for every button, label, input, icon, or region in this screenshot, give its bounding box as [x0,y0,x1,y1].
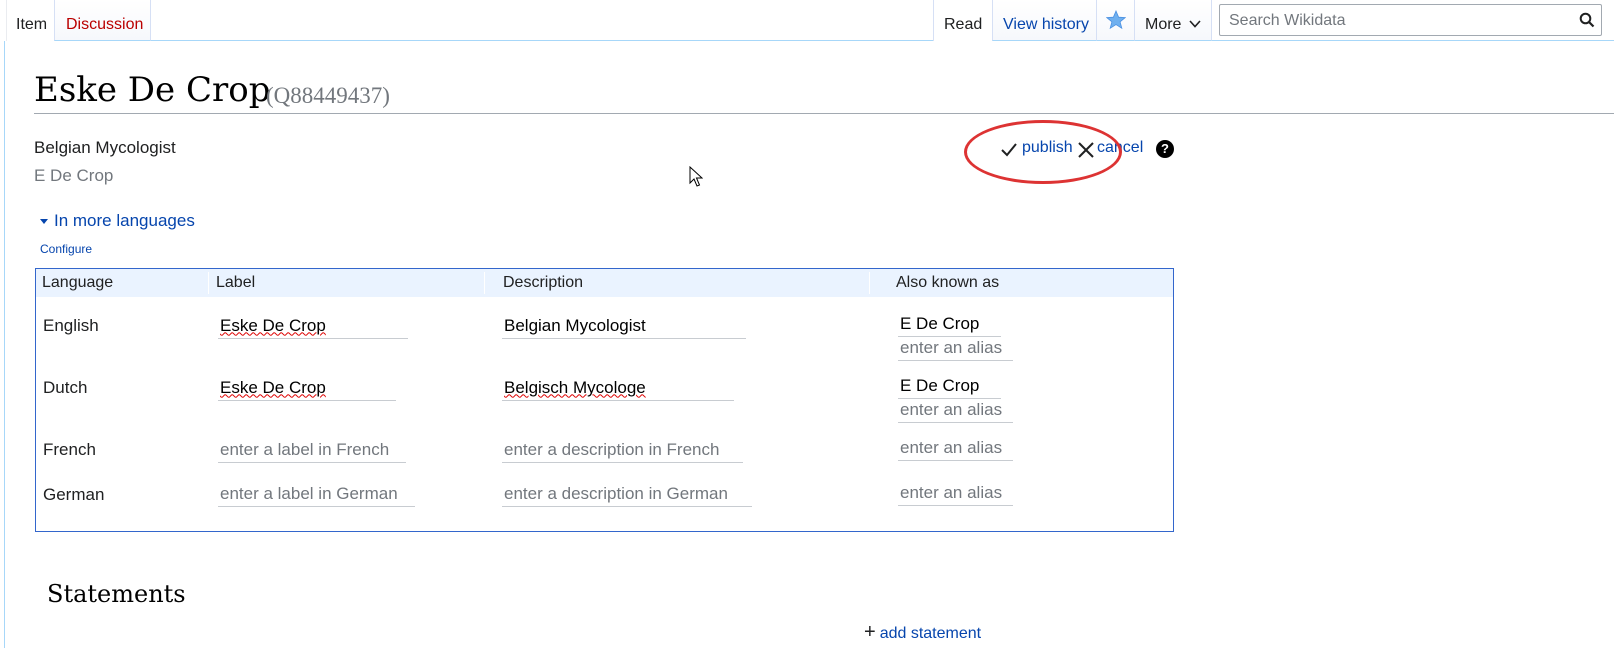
page-title: Eske De Crop [34,70,271,110]
plus-icon: + [864,621,876,643]
close-icon [1078,142,1094,158]
label-input[interactable] [218,437,406,463]
item-id: (Q88449437) [266,83,390,108]
language-name: Dutch [43,378,88,397]
label-input[interactable] [218,481,415,507]
label-input[interactable] [218,375,396,401]
alias-input[interactable] [898,373,1001,399]
description-input[interactable] [502,375,734,401]
search-box [1219,4,1602,36]
alias-input-new[interactable] [898,397,1013,423]
column-separator [484,272,485,294]
language-name: French [43,440,96,459]
title-divider [34,113,1614,114]
help-icon[interactable]: ? [1156,140,1174,158]
add-statement-label: add statement [879,625,982,642]
publish-button[interactable]: publish [1022,139,1073,157]
description-input[interactable] [502,481,752,507]
description-input[interactable] [502,313,746,339]
more-label: More [1145,16,1182,33]
more-languages-label: In more languages [54,211,195,230]
alias-input[interactable] [898,311,1001,337]
content-border [4,41,5,648]
tab-item[interactable]: Item [6,0,54,41]
triangle-down-icon [40,219,48,225]
item-alias: E De Crop [34,166,114,185]
header-language: Language [42,274,114,291]
tabs-divider [1212,40,1614,41]
table-header: Language Label Description Also known as [36,269,1173,297]
more-languages-toggle[interactable]: In more languages [40,211,195,231]
header-description: Description [503,274,584,291]
search-icon[interactable] [1579,12,1595,28]
language-table: Language Label Description Also known as… [35,268,1174,532]
description-input[interactable] [502,437,743,463]
tab-more-menu[interactable]: More [1134,0,1212,41]
add-statement-button[interactable]: + add statement [864,621,981,644]
label-input[interactable] [218,313,408,339]
item-description: Belgian Mycologist [34,138,176,157]
check-icon [1001,143,1017,157]
alias-input-new[interactable] [898,435,1013,461]
language-name: English [43,316,99,335]
tab-read[interactable]: Read [933,0,992,41]
header-label: Label [216,274,256,291]
header-also-known-as: Also known as [896,274,1000,291]
tab-view-history[interactable]: View history [992,0,1096,41]
tab-discussion[interactable]: Discussion [54,0,151,41]
chevron-down-icon [1189,20,1201,28]
statements-heading: Statements [47,580,186,608]
alias-input-new[interactable] [898,335,1013,361]
alias-input-new[interactable] [898,480,1013,506]
column-separator [869,272,870,294]
mouse-cursor-icon [689,166,703,187]
cancel-button[interactable]: cancel [1097,139,1143,157]
search-input[interactable] [1227,9,1561,33]
language-name: German [43,485,105,504]
configure-link[interactable]: Configure [40,242,92,256]
column-separator [208,272,209,294]
watch-star-icon[interactable] [1096,0,1134,41]
tabs-divider [151,40,933,41]
